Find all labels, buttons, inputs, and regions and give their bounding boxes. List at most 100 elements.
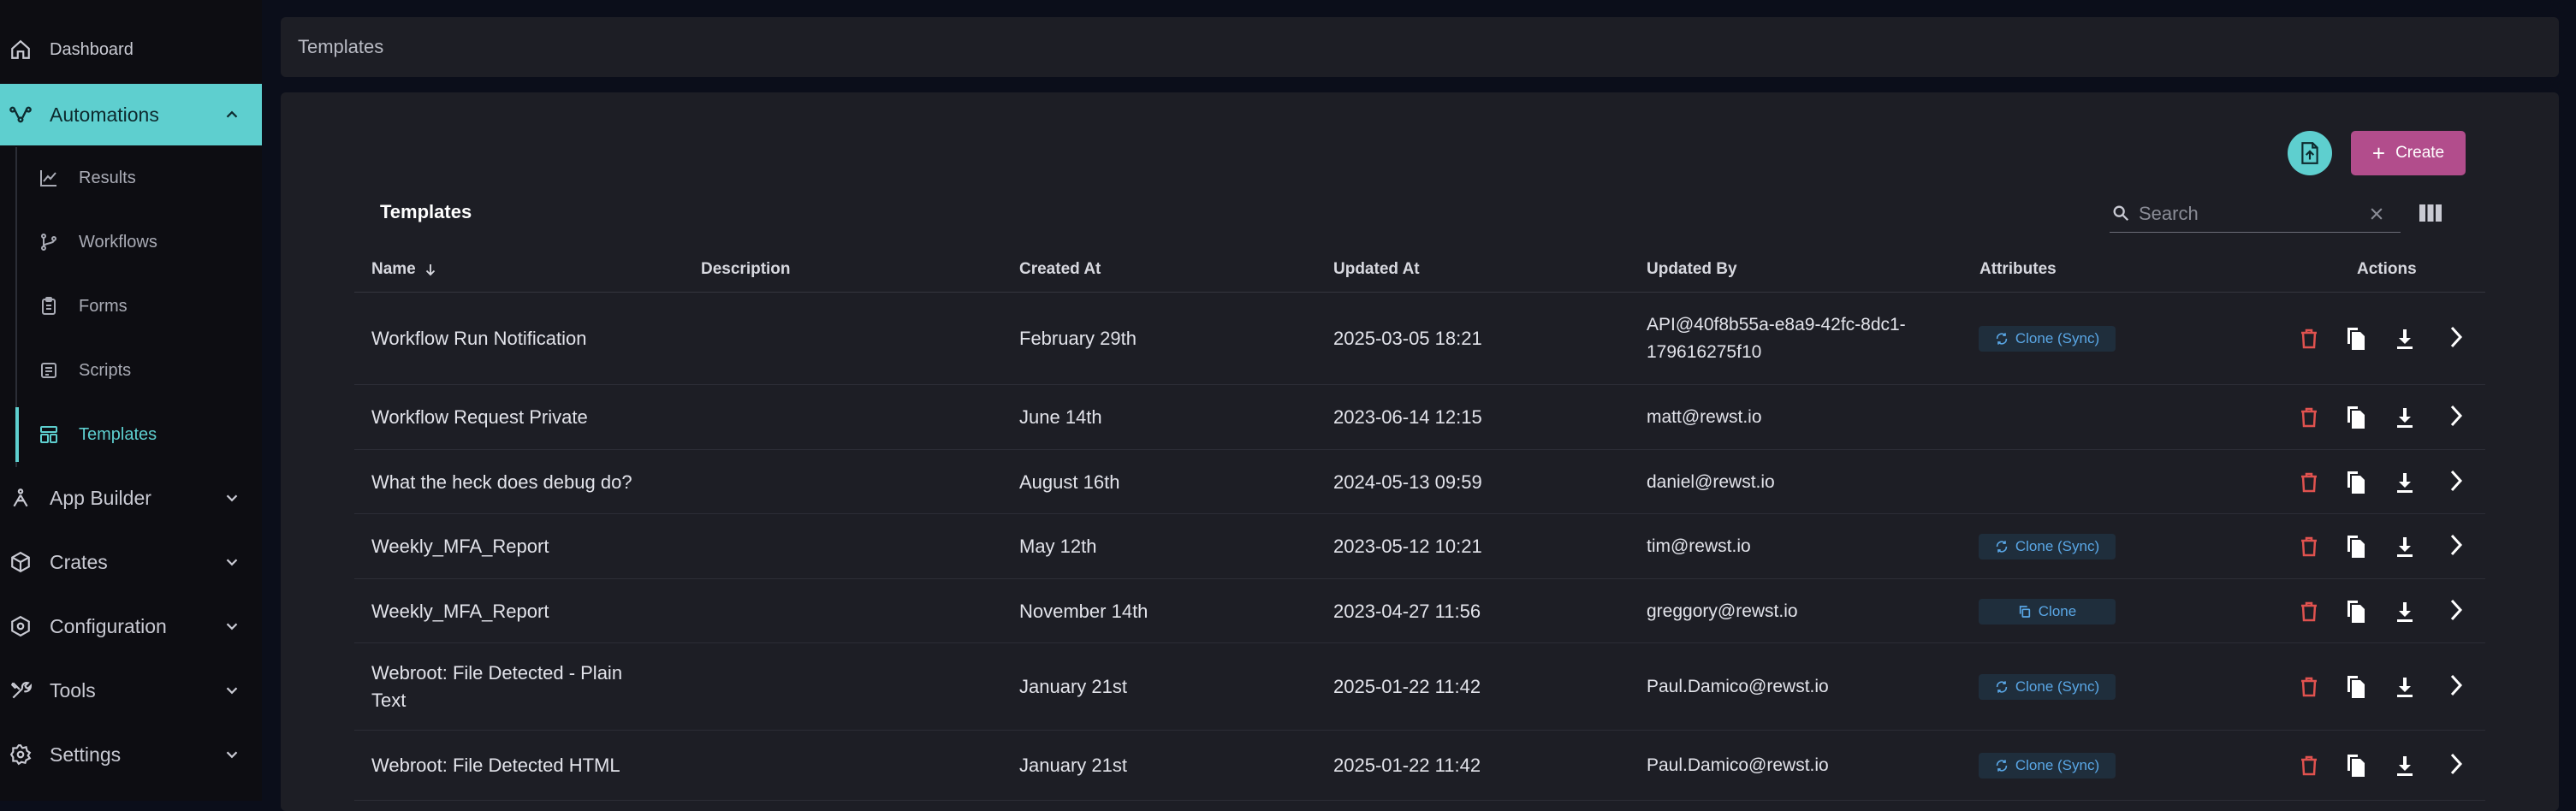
table-row[interactable]: Webroot: File Detected HTML January 21st…	[354, 731, 2485, 801]
download-icon[interactable]	[2391, 597, 2419, 626]
template-icon	[38, 423, 60, 446]
chevron-right-icon[interactable]	[2442, 671, 2470, 700]
delete-icon[interactable]	[2295, 532, 2323, 561]
upload-template-button[interactable]	[2288, 131, 2332, 175]
column-header-attributes-label: Attributes	[1979, 260, 2057, 278]
chevron-right-icon[interactable]	[2442, 466, 2470, 495]
chevron-right-icon[interactable]	[2442, 749, 2470, 778]
cell-updated-by-line1: greggory@rewst.io	[1647, 601, 1798, 621]
chevron-right-icon[interactable]	[2442, 595, 2470, 625]
nav-tools[interactable]: Tools	[0, 660, 262, 721]
download-icon[interactable]	[2391, 403, 2419, 432]
column-header-updated-by[interactable]: Updated By	[1647, 260, 1737, 279]
delete-icon[interactable]	[2295, 403, 2323, 432]
nav-settings-label: Settings	[50, 743, 122, 766]
attribute-badge: Clone (Sync)	[1979, 674, 2116, 700]
search-icon	[2111, 204, 2130, 222]
chevron-up-icon[interactable]	[223, 105, 241, 124]
chevron-down-icon[interactable]	[223, 745, 241, 764]
table-title: Templates	[380, 201, 472, 222]
subnav-scripts[interactable]: Scripts	[17, 340, 262, 401]
nav-settings[interactable]: Settings	[0, 724, 262, 785]
column-header-actions: Actions	[2357, 260, 2417, 279]
download-icon[interactable]	[2391, 324, 2419, 353]
duplicate-icon[interactable]	[2342, 324, 2369, 353]
table-row[interactable]: Weekly_MFA_Report November 14th 2023-04-2…	[354, 579, 2485, 643]
subnav-workflows[interactable]: Workflows	[17, 211, 262, 273]
column-header-updated-label: Updated At	[1333, 260, 1420, 278]
search-box[interactable]	[2110, 195, 2401, 233]
download-icon[interactable]	[2391, 532, 2419, 561]
subnav-workflows-label: Workflows	[79, 232, 157, 252]
chevron-down-icon[interactable]	[223, 681, 241, 700]
delete-icon[interactable]	[2295, 468, 2323, 497]
cell-name-line1: Weekly_MFA_Report	[371, 600, 549, 622]
cell-created-at: February 29th	[1019, 328, 1137, 349]
table-row[interactable]: Weekly_MFA_Report May 12th 2023-05-12 10:…	[354, 514, 2485, 579]
cell-name-line1: Webroot: File Detected HTML	[371, 755, 620, 776]
chevron-right-icon[interactable]	[2442, 401, 2470, 430]
cell-updated-by-line1: matt@rewst.io	[1647, 407, 1762, 427]
delete-icon[interactable]	[2295, 672, 2323, 701]
column-header-updated-at[interactable]: Updated At	[1333, 260, 1420, 279]
nav-dashboard[interactable]: Dashboard	[0, 19, 262, 80]
clipboard-icon	[38, 295, 60, 317]
nav-configuration[interactable]: Configuration	[0, 595, 262, 657]
table-row[interactable]: Webroot: File Detected - Plain Text Janu…	[354, 643, 2485, 731]
chevron-down-icon[interactable]	[223, 617, 241, 636]
clear-search-icon[interactable]	[2368, 205, 2385, 222]
columns-toggle-icon[interactable]	[2419, 202, 2442, 224]
download-icon[interactable]	[2391, 672, 2419, 701]
chevron-down-icon[interactable]	[223, 488, 241, 507]
column-header-created-at[interactable]: Created At	[1019, 260, 1101, 279]
subnav-forms-label: Forms	[79, 296, 128, 316]
cell-updated-by-line1: daniel@rewst.io	[1647, 471, 1775, 492]
duplicate-icon[interactable]	[2342, 597, 2369, 626]
chart-line-icon	[38, 167, 60, 189]
column-header-description[interactable]: Description	[701, 260, 791, 279]
cell-created-at: January 21st	[1019, 676, 1127, 697]
cell-updated-by-line1: API@40f8b55a-e8a9-42fc-8dc1-	[1647, 315, 1906, 334]
delete-icon[interactable]	[2295, 751, 2323, 780]
chevron-right-icon[interactable]	[2442, 323, 2470, 352]
column-header-updated-by-label: Updated By	[1647, 260, 1737, 278]
nav-crates[interactable]: Crates	[0, 531, 262, 593]
table-row[interactable]: What the heck does debug do? August 16th…	[354, 450, 2485, 514]
column-header-attributes[interactable]: Attributes	[1979, 260, 2057, 279]
subnav-results[interactable]: Results	[17, 147, 262, 209]
sidebar: Dashboard Automations Results Workflows …	[0, 0, 262, 801]
create-button[interactable]: + Create	[2351, 131, 2466, 175]
download-icon[interactable]	[2391, 751, 2419, 780]
duplicate-icon[interactable]	[2342, 468, 2369, 497]
cell-updated-by: tim@rewst.io	[1647, 533, 1751, 560]
delete-icon[interactable]	[2295, 597, 2323, 626]
duplicate-icon[interactable]	[2342, 532, 2369, 561]
tools-icon	[9, 678, 33, 702]
nav-automations[interactable]: Automations	[0, 84, 262, 145]
chevron-down-icon[interactable]	[223, 553, 241, 571]
hex-gear-icon	[9, 614, 33, 638]
table-row[interactable]: Workflow Run Notification February 29th 2…	[354, 293, 2485, 385]
attribute-badge: Clone	[1979, 598, 2116, 625]
attribute-badge: Clone (Sync)	[1979, 753, 2116, 778]
nav-tools-label: Tools	[50, 678, 96, 701]
duplicate-icon[interactable]	[2342, 403, 2369, 432]
search-input[interactable]	[2139, 198, 2361, 229]
nav-automations-label: Automations	[50, 103, 159, 126]
duplicate-icon[interactable]	[2342, 751, 2369, 780]
chevron-right-icon[interactable]	[2442, 530, 2470, 559]
nav-app-builder[interactable]: App Builder	[0, 467, 262, 529]
cell-name: Workflow Run Notification	[371, 325, 680, 352]
download-icon[interactable]	[2391, 468, 2419, 497]
sync-icon	[1995, 332, 2009, 346]
duplicate-icon[interactable]	[2342, 672, 2369, 701]
delete-icon[interactable]	[2295, 324, 2323, 353]
nav-app-builder-label: App Builder	[50, 486, 151, 509]
subnav-forms[interactable]: Forms	[17, 275, 262, 337]
subnav-templates[interactable]: Templates	[15, 404, 262, 465]
column-header-name[interactable]: Name	[371, 260, 438, 279]
cell-updated-at: 2025-03-05 18:21	[1333, 328, 1482, 349]
cell-updated-by: greggory@rewst.io	[1647, 598, 1798, 625]
cell-name-line1: Webroot: File Detected - Plain	[371, 662, 623, 684]
table-row[interactable]: Workflow Request Private June 14th 2023-0…	[354, 385, 2485, 450]
